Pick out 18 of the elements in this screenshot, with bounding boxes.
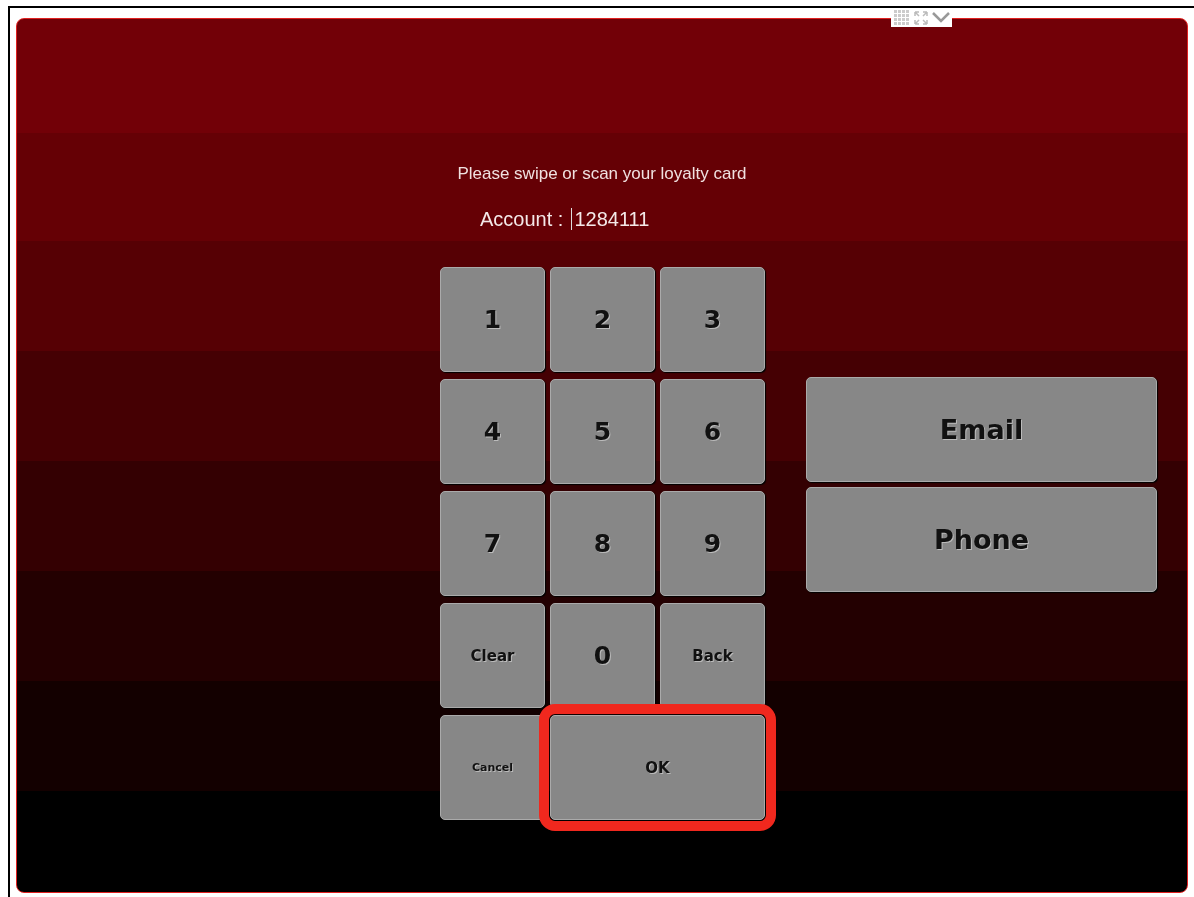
- digit-key[interactable]: 3: [660, 267, 765, 372]
- digit-key[interactable]: 1: [440, 267, 545, 372]
- digit-key[interactable]: 2: [550, 267, 655, 372]
- account-label: Account :: [480, 207, 564, 231]
- digit-key[interactable]: 6: [660, 379, 765, 484]
- lookup-button[interactable]: Email: [806, 377, 1157, 482]
- account-field[interactable]: 1284111: [571, 208, 650, 230]
- expand-icon[interactable]: [914, 10, 928, 25]
- digit-key[interactable]: 8: [550, 491, 655, 596]
- digit-key[interactable]: 9: [660, 491, 765, 596]
- chevron-down-icon[interactable]: [932, 12, 950, 23]
- digit-key[interactable]: 7: [440, 491, 545, 596]
- prompt-text: Please swipe or scan your loyalty card: [456, 164, 748, 185]
- lookup-button[interactable]: Phone: [806, 487, 1157, 592]
- grid-icon[interactable]: [894, 9, 910, 26]
- keypad-button[interactable]: Clear: [440, 603, 545, 708]
- digit-key[interactable]: 4: [440, 379, 545, 484]
- digit-key[interactable]: 5: [550, 379, 655, 484]
